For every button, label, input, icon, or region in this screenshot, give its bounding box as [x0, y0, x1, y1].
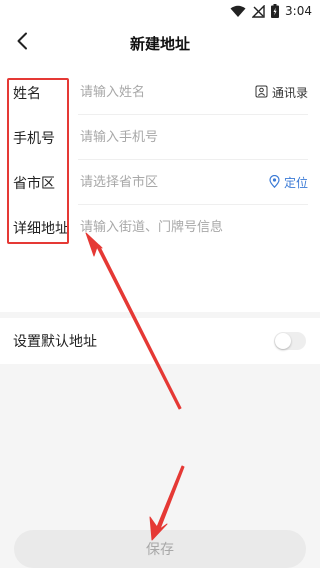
address-row: 详细地址 — [0, 205, 320, 250]
back-arrow-icon — [16, 32, 28, 54]
region-label: 省市区 — [13, 175, 55, 192]
contacts-icon — [255, 85, 268, 101]
status-time: 3:04 — [285, 4, 312, 18]
back-button[interactable] — [10, 31, 34, 55]
toggle-knob — [275, 333, 291, 349]
region-input[interactable] — [80, 167, 240, 198]
address-input[interactable] — [80, 212, 280, 243]
phone-input[interactable] — [80, 122, 240, 153]
locate-button[interactable]: 定位 — [269, 174, 308, 191]
signal-off-icon — [252, 4, 265, 18]
annotation-arrow-down — [149, 465, 185, 541]
battery-charging-icon — [271, 4, 280, 18]
phone-row: 手机号 — [0, 115, 320, 160]
default-address-row: 设置默认地址 — [0, 318, 320, 364]
name-input[interactable] — [80, 77, 240, 108]
wifi-icon — [230, 4, 246, 18]
address-form: 姓名 通讯录 手机号 省市区 定位 详细地址 — [0, 64, 320, 312]
phone-label: 手机号 — [13, 130, 55, 147]
location-pin-icon — [269, 174, 280, 191]
nav-bar: 新建地址 — [0, 22, 320, 64]
region-row: 省市区 定位 — [0, 160, 320, 205]
default-address-label: 设置默认地址 — [13, 334, 97, 350]
address-label: 详细地址 — [13, 220, 69, 237]
save-button[interactable]: 保存 — [14, 530, 306, 568]
contacts-button[interactable]: 通讯录 — [255, 84, 308, 101]
name-label: 姓名 — [13, 85, 41, 102]
page-title: 新建地址 — [129, 34, 190, 53]
locate-label: 定位 — [283, 176, 308, 190]
contacts-label: 通讯录 — [271, 86, 308, 100]
name-row: 姓名 通讯录 — [0, 70, 320, 115]
status-bar: 3:04 — [0, 0, 320, 22]
default-address-toggle[interactable] — [274, 332, 306, 350]
